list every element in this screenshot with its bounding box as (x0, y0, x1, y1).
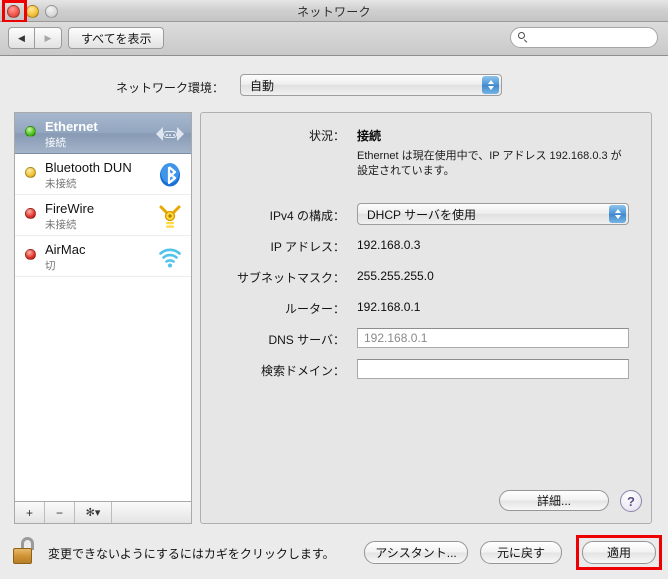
remove-service-button[interactable]: − (45, 502, 75, 523)
sidebar-item-firewire[interactable]: FireWire 未接続 (15, 195, 191, 236)
window-title: ネットワーク (297, 5, 371, 19)
search-domains-label: 検索ドメイン： (260, 364, 345, 378)
gear-icon[interactable]: ✻▾ (75, 502, 112, 523)
search-domains-field[interactable] (357, 359, 629, 379)
network-location-label: ネットワーク環境： (116, 81, 225, 95)
service-name: Ethernet (45, 119, 98, 134)
ipv4-config-label: IPv4 の構成： (269, 209, 345, 223)
ip-address-label: IP アドレス： (270, 240, 345, 254)
search-domains-input[interactable] (358, 361, 628, 377)
status-indicator-yellow (25, 167, 36, 178)
dns-server-field[interactable] (357, 328, 629, 348)
assistant-button[interactable]: アシスタント... (364, 541, 468, 564)
router-row: ルーター： 192.168.0.1 (201, 300, 653, 320)
window-titlebar: ネットワーク (0, 0, 668, 23)
chevron-updown-icon (609, 205, 626, 223)
service-state: 切 (45, 260, 56, 272)
search-field[interactable] (510, 27, 658, 48)
service-list[interactable]: Ethernet 接続 Bluetooth DUN 未接続 FireWire 未… (14, 112, 192, 502)
status-row: 状況： 接続 (201, 127, 653, 147)
status-indicator-red (25, 208, 36, 219)
subnet-mask-row: サブネットマスク： 255.255.255.0 (201, 269, 653, 289)
status-indicator-green (25, 126, 36, 137)
status-label: 状況： (308, 129, 345, 143)
advanced-button[interactable]: 詳細... (499, 490, 609, 511)
subnet-mask-label: サブネットマスク： (236, 271, 345, 285)
service-list-footer: + − ✻▾ (14, 502, 192, 524)
dns-server-label: DNS サーバ： (268, 333, 345, 347)
chevron-updown-icon (482, 76, 499, 94)
search-input[interactable] (533, 30, 655, 45)
ip-address-row: IP アドレス： 192.168.0.3 (201, 238, 653, 258)
service-name: FireWire (45, 201, 95, 216)
sidebar-item-ethernet[interactable]: Ethernet 接続 (15, 113, 191, 154)
router-value: 192.168.0.1 (357, 300, 421, 314)
service-state: 接続 (45, 137, 66, 149)
add-service-button[interactable]: + (15, 502, 45, 523)
ipv4-config-popup[interactable]: DHCP サーバを使用 (357, 203, 629, 225)
status-value: 接続 (357, 129, 382, 143)
show-all-button[interactable]: すべてを表示 (68, 27, 165, 49)
sidebar-item-airmac[interactable]: AirMac 切 (15, 236, 191, 277)
status-indicator-red (25, 249, 36, 260)
sidebar-item-bluetooth-dun[interactable]: Bluetooth DUN 未接続 (15, 154, 191, 195)
service-name: AirMac (45, 242, 86, 257)
service-state: 未接続 (45, 178, 77, 190)
dns-server-input[interactable] (358, 330, 628, 346)
airport-wifi-icon (157, 244, 183, 270)
subnet-mask-value: 255.255.255.0 (357, 269, 434, 283)
forward-button[interactable]: ▶ (35, 27, 62, 49)
ethernet-icon (156, 121, 184, 147)
search-icon (518, 32, 529, 43)
lock-icon[interactable] (12, 537, 40, 567)
navigation-buttons: ◀ ▶ (8, 27, 62, 49)
lock-description: 変更できないようにするにはカギをクリックします。 (48, 547, 335, 561)
dns-server-row: DNS サーバ： (201, 328, 653, 348)
ip-address-value: 192.168.0.3 (357, 238, 421, 252)
firewire-icon (157, 203, 183, 229)
status-description: Ethernet は現在使用中で、IP アドレス 192.168.0.3 が設定… (357, 150, 622, 177)
network-location-popup[interactable]: 自動 (240, 74, 502, 96)
service-state: 未接続 (45, 219, 77, 231)
preferences-toolbar: ◀ ▶ すべてを表示 (0, 22, 668, 56)
back-button[interactable]: ◀ (8, 27, 35, 49)
ipv4-config-row: IPv4 の構成： DHCP サーバを使用 (201, 203, 653, 225)
bluetooth-icon (157, 162, 183, 188)
network-location-value: 自動 (250, 78, 275, 93)
ipv4-config-value: DHCP サーバを使用 (367, 207, 476, 222)
help-button[interactable]: ? (620, 490, 642, 512)
search-domains-row: 検索ドメイン： (201, 359, 653, 379)
ethernet-settings-panel: 状況： 接続 Ethernet は現在使用中で、IP アドレス 192.168.… (200, 112, 652, 524)
apply-button[interactable]: 適用 (582, 541, 656, 564)
router-label: ルーター： (284, 302, 345, 316)
revert-button[interactable]: 元に戻す (480, 541, 562, 564)
service-name: Bluetooth DUN (45, 160, 132, 175)
network-preferences-window: ネットワーク ◀ ▶ すべてを表示 ネットワーク環境： 自動 Ethernet … (0, 0, 668, 579)
preferences-content: ネットワーク環境： 自動 Ethernet 接続 Bluetooth DUN 未… (0, 56, 668, 579)
network-location-row: ネットワーク環境： 自動 (0, 74, 668, 100)
